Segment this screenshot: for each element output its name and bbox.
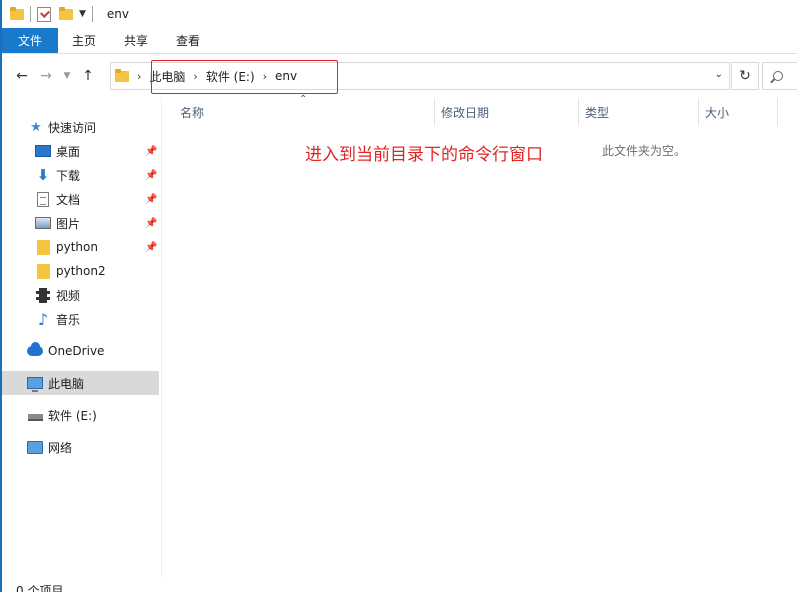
annotation-highlight-box: [151, 60, 338, 94]
pin-icon[interactable]: 📌: [145, 170, 157, 181]
empty-folder-message: 此文件夹为空。: [602, 144, 687, 158]
quick-access-toolbar: ▼: [2, 6, 99, 22]
search-icon: [773, 71, 783, 81]
sidebar-item-desktop[interactable]: 桌面 📌: [2, 139, 159, 163]
pin-icon[interactable]: 📌: [145, 194, 157, 205]
toolbar-separator: [30, 6, 31, 22]
folder-icon: [36, 239, 50, 255]
sidebar-item-label: 图片: [56, 216, 81, 231]
sidebar-item-python2[interactable]: python2: [2, 259, 159, 283]
search-input[interactable]: [762, 62, 797, 90]
network-icon: [27, 440, 43, 454]
onedrive-icon: [27, 342, 43, 356]
new-folder-icon[interactable]: [59, 7, 73, 21]
column-header-date-modified[interactable]: 修改日期: [441, 98, 489, 126]
navigation-pane: ★ 快速访问 桌面 📌 ⬇ 下载 📌 文档 📌 图片 📌 python 📌 py…: [2, 98, 162, 578]
sidebar-item-label: python2: [56, 264, 106, 278]
pin-icon[interactable]: 📌: [145, 242, 157, 253]
sidebar-item-python[interactable]: python 📌: [2, 235, 159, 259]
sidebar-item-drive-e[interactable]: 软件 (E:): [2, 403, 159, 427]
sidebar-item-label: 网络: [48, 440, 73, 455]
sidebar-item-label: OneDrive: [48, 344, 105, 358]
folder-icon: [36, 263, 50, 279]
document-icon: [37, 191, 49, 207]
drive-icon: [27, 413, 43, 421]
refresh-button[interactable]: ↻: [731, 62, 759, 90]
refresh-icon: ↻: [739, 68, 751, 84]
pin-icon[interactable]: 📌: [145, 218, 157, 229]
video-icon: [36, 287, 50, 303]
pictures-icon: [35, 217, 51, 229]
sidebar-item-label: 快速访问: [48, 120, 97, 135]
sidebar-item-label: 音乐: [56, 312, 81, 327]
column-header-size[interactable]: 大小: [705, 98, 729, 126]
window-title: env: [106, 7, 130, 21]
folder-icon[interactable]: [10, 7, 24, 21]
music-icon: ♪: [37, 309, 49, 329]
sidebar-item-this-pc[interactable]: 此电脑: [2, 371, 159, 395]
folder-icon: [115, 69, 129, 83]
desktop-icon: [35, 145, 51, 157]
sidebar-item-music[interactable]: ♪ 音乐: [2, 307, 159, 331]
sidebar-item-label: python: [56, 240, 98, 254]
ribbon-tabs: 文件 主页 共享 查看: [2, 28, 797, 54]
column-divider[interactable]: [434, 98, 435, 126]
this-pc-icon: [27, 377, 43, 392]
column-divider[interactable]: [578, 98, 579, 126]
sort-ascending-icon: ⌃: [299, 94, 308, 105]
navigation-bar: ← → ▼ ↑ › 此电脑 › 软件 (E:) › env ⌄ ↻: [2, 58, 797, 94]
chevron-right-icon[interactable]: ›: [137, 70, 141, 83]
status-item-count: 0 个项目: [16, 584, 64, 592]
recent-locations-chevron-icon[interactable]: ▼: [58, 71, 76, 81]
pin-icon[interactable]: 📌: [145, 146, 157, 157]
tab-view[interactable]: 查看: [162, 28, 214, 53]
sidebar-item-documents[interactable]: 文档 📌: [2, 187, 159, 211]
sidebar-item-network[interactable]: 网络: [2, 435, 159, 459]
sidebar-item-downloads[interactable]: ⬇ 下载 📌: [2, 163, 159, 187]
sidebar-item-label: 桌面: [56, 144, 81, 159]
sidebar-item-quick-access[interactable]: ★ 快速访问: [2, 115, 159, 139]
sidebar-item-label: 下载: [56, 168, 81, 183]
sidebar-item-onedrive[interactable]: OneDrive: [2, 339, 159, 363]
download-icon: ⬇: [36, 166, 50, 184]
column-header-name[interactable]: 名称: [180, 98, 204, 126]
sidebar-item-label: 此电脑: [48, 376, 85, 391]
annotation-text: 进入到当前目录下的命令行窗口: [305, 145, 543, 165]
star-icon: ★: [30, 119, 42, 135]
column-header-type[interactable]: 类型: [585, 98, 609, 126]
properties-icon[interactable]: [37, 6, 51, 22]
up-arrow-icon[interactable]: ↑: [76, 68, 100, 84]
title-bar: ▼ env: [2, 0, 797, 28]
tab-file[interactable]: 文件: [2, 28, 58, 53]
column-divider[interactable]: [777, 98, 778, 126]
toolbar-separator: [91, 6, 93, 22]
column-divider[interactable]: [698, 98, 699, 126]
forward-arrow-icon[interactable]: →: [34, 68, 58, 84]
back-arrow-icon[interactable]: ←: [10, 68, 34, 84]
sidebar-item-label: 视频: [56, 288, 81, 303]
tab-home[interactable]: 主页: [58, 28, 110, 53]
sidebar-item-label: 文档: [56, 192, 81, 207]
sidebar-item-pictures[interactable]: 图片 📌: [2, 211, 159, 235]
customize-toolbar-icon[interactable]: ▼: [79, 9, 86, 19]
address-history-chevron-icon[interactable]: ⌄: [715, 69, 723, 80]
sidebar-item-label: 软件 (E:): [48, 408, 97, 423]
sidebar-item-videos[interactable]: 视频: [2, 283, 159, 307]
tab-share[interactable]: 共享: [110, 28, 162, 53]
